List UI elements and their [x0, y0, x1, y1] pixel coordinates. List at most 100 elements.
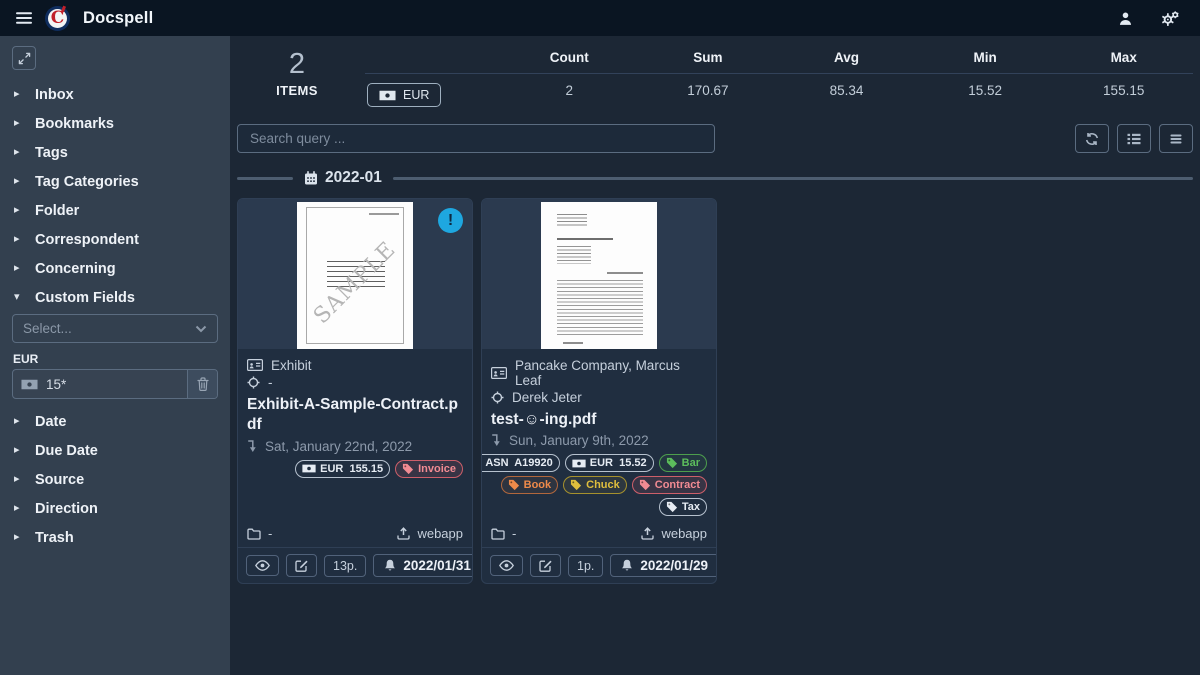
sidebar-item-label: Due Date [35, 443, 98, 459]
preview-button[interactable] [490, 555, 523, 576]
items-count-number: 2 [237, 49, 357, 81]
source-name: webapp [417, 526, 463, 541]
item-cards-row: SAMPLE Exhibit - [237, 198, 1193, 584]
settings-gears-icon[interactable] [1161, 10, 1180, 27]
due-date-badge: 2022/01/31 [373, 554, 473, 577]
sidebar-item-custom-fields[interactable]: Custom Fields [0, 283, 230, 312]
clear-field-button[interactable] [187, 370, 217, 398]
custom-field-value: 15* [46, 377, 187, 392]
folder-info: - [491, 526, 516, 541]
menu-icon[interactable] [16, 11, 32, 25]
currency-stats-table: Count Sum Avg Min Max EUR 2 170.67 85.34… [365, 46, 1193, 111]
document-preview: SAMPLE [297, 202, 413, 349]
month-group-label: 2022-01 [325, 169, 382, 187]
caret-right-icon [14, 234, 24, 245]
item-card[interactable]: SAMPLE Exhibit - [237, 198, 473, 584]
tag-badge: Contract [632, 476, 707, 494]
item-thumbnail[interactable]: SAMPLE [238, 199, 472, 349]
refresh-button[interactable] [1075, 124, 1109, 153]
items-count: 2 ITEMS [237, 46, 357, 98]
new-item-badge-icon [438, 208, 463, 233]
custom-field-name: EUR [13, 352, 217, 366]
item-date: Sun, January 9th, 2022 [509, 433, 649, 448]
sidebar-item-label: Folder [35, 203, 79, 219]
money-icon [572, 459, 586, 468]
preview-button[interactable] [246, 555, 279, 576]
sidebar-item-direction[interactable]: Direction [0, 494, 230, 523]
custom-field-eur-input[interactable]: 15* [12, 369, 218, 399]
upload-icon [397, 527, 410, 540]
caret-right-icon [14, 89, 24, 100]
money-icon [379, 90, 396, 101]
item-card[interactable]: Pancake Company, Marcus Leaf Derek Jeter… [481, 198, 717, 584]
arrow-down-icon [247, 440, 257, 453]
sidebar-item-folder[interactable]: Folder [0, 196, 230, 225]
stats-value: 15.52 [916, 74, 1055, 111]
edit-button[interactable] [530, 554, 561, 577]
item-date-row: Sun, January 9th, 2022 [491, 433, 707, 448]
search-sidebar: Inbox Bookmarks Tags Tag Categories Fold… [0, 36, 230, 675]
caret-right-icon [14, 532, 24, 543]
folder-name: - [512, 526, 516, 541]
stats-value: 2 [500, 74, 639, 111]
docspell-logo-icon[interactable] [45, 6, 70, 31]
currency-label: EUR [403, 88, 429, 102]
month-group-divider: 2022-01 [237, 169, 1193, 187]
list-view-icon [1127, 133, 1141, 145]
correspondent-name: Exhibit [271, 358, 312, 373]
currency-badge: EUR [367, 83, 441, 107]
chevron-down-icon [195, 325, 207, 333]
caret-right-icon [14, 147, 24, 158]
trash-icon [197, 377, 209, 391]
custom-field-select[interactable]: Select... [12, 314, 218, 343]
source-info: webapp [397, 526, 463, 541]
sidebar-item-label: Bookmarks [35, 116, 114, 132]
item-title: Exhibit-A-Sample-Contract.pdf [247, 395, 463, 436]
sidebar-item-date[interactable]: Date [0, 407, 230, 436]
sidebar-item-source[interactable]: Source [0, 465, 230, 494]
arrow-down-icon [491, 434, 501, 447]
correspondent-name: Pancake Company, Marcus Leaf [515, 358, 707, 388]
tag-badge: Book [501, 476, 559, 494]
concerning-row: - [247, 375, 463, 390]
detail-list-view-button[interactable] [1117, 124, 1151, 153]
sidebar-item-inbox[interactable]: Inbox [0, 80, 230, 109]
caret-right-icon [14, 205, 24, 216]
tag-icon [666, 457, 678, 469]
sidebar-item-trash[interactable]: Trash [0, 523, 230, 552]
caret-down-icon [14, 292, 24, 303]
sidebar-item-tags[interactable]: Tags [0, 138, 230, 167]
page-count: 13p. [324, 555, 366, 577]
bars-icon [1170, 133, 1182, 145]
folder-icon [491, 528, 505, 540]
stats-header: Min [916, 46, 1055, 74]
document-preview [541, 202, 657, 349]
menu-options-button[interactable] [1159, 124, 1193, 153]
correspondent-row: Exhibit [247, 358, 463, 373]
source-name: webapp [661, 526, 707, 541]
edit-button[interactable] [286, 554, 317, 577]
sidebar-item-due-date[interactable]: Due Date [0, 436, 230, 465]
collapse-sidebar-button[interactable] [12, 46, 36, 70]
sidebar-item-label: Concerning [35, 261, 116, 277]
stats-header: Avg [777, 46, 916, 74]
due-date: 2022/01/29 [640, 558, 708, 573]
amount-badge: EUR 15.52 [565, 454, 654, 472]
item-thumbnail[interactable] [482, 199, 716, 349]
sidebar-item-tag-categories[interactable]: Tag Categories [0, 167, 230, 196]
search-input[interactable] [237, 124, 715, 153]
user-icon[interactable] [1118, 11, 1133, 26]
caret-right-icon [14, 445, 24, 456]
caret-right-icon [14, 474, 24, 485]
sidebar-item-label: Direction [35, 501, 98, 517]
sidebar-item-label: Custom Fields [35, 290, 135, 306]
stats-header: Sum [639, 46, 778, 74]
concerning-name: Derek Jeter [512, 390, 582, 405]
tag-icon [570, 479, 582, 491]
folder-icon [247, 528, 261, 540]
caret-right-icon [14, 416, 24, 427]
sidebar-item-concerning[interactable]: Concerning [0, 254, 230, 283]
crosshair-icon [247, 376, 260, 389]
sidebar-item-bookmarks[interactable]: Bookmarks [0, 109, 230, 138]
sidebar-item-correspondent[interactable]: Correspondent [0, 225, 230, 254]
